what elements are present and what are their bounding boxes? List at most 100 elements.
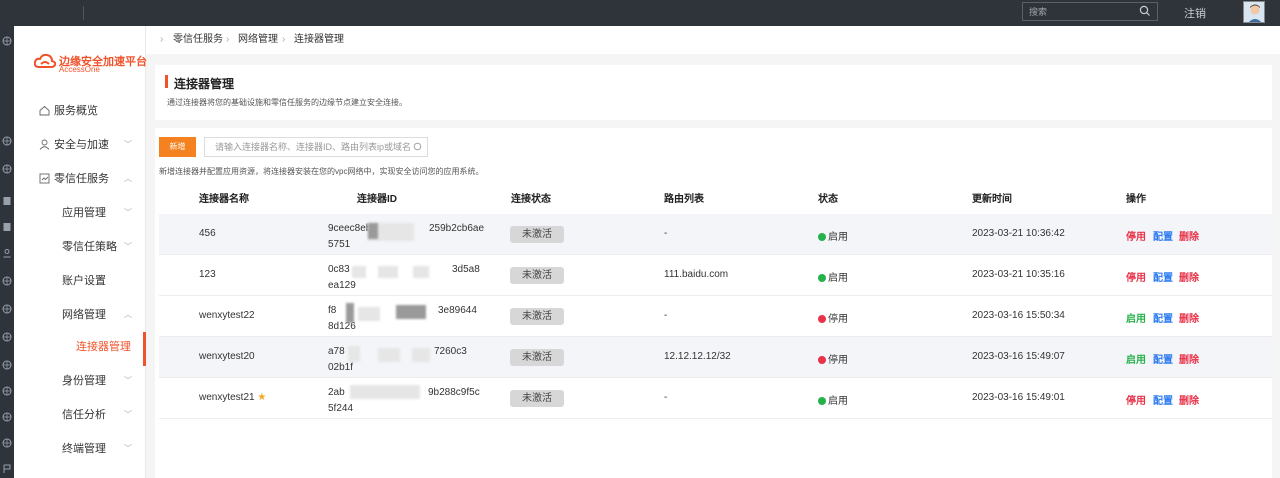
- configure-button[interactable]: 配置: [1153, 310, 1173, 325]
- connection-status-badge: 未激活: [510, 226, 564, 243]
- breadcrumb-separator: ›: [160, 34, 164, 45]
- sidebar-item-zero-trust[interactable]: 零信任服务 ︿: [14, 166, 146, 192]
- configure-button[interactable]: 配置: [1153, 269, 1173, 284]
- sidebar-subitem-connector-management[interactable]: 连接器管理: [14, 332, 146, 366]
- configure-button[interactable]: 配置: [1153, 392, 1173, 407]
- disable-button[interactable]: 停用: [1126, 269, 1146, 284]
- connector-name: wenxytest22: [199, 310, 255, 321]
- status-text: 启用: [828, 273, 848, 284]
- delete-button[interactable]: 删除: [1179, 269, 1199, 284]
- logout-link[interactable]: 注销: [1184, 5, 1206, 21]
- enable-button[interactable]: 启用: [1126, 310, 1146, 325]
- column-header-updated: 更新时间: [972, 194, 1012, 205]
- sidebar-subitem-network-management[interactable]: 网络管理 ︿: [14, 302, 146, 328]
- breadcrumb-item-network[interactable]: 网络管理: [238, 26, 278, 54]
- connector-name-cell: wenxytest21 ★: [199, 392, 266, 403]
- connector-id-line2: 02b1f: [328, 362, 354, 373]
- add-connector-button[interactable]: 新增: [159, 137, 196, 157]
- redaction-block: [352, 266, 366, 278]
- globe-icon[interactable]: [2, 276, 12, 286]
- star-icon[interactable]: ★: [257, 392, 266, 403]
- sidebar-subitem-app-management[interactable]: 应用管理 ﹀: [14, 200, 146, 226]
- delete-button[interactable]: 删除: [1179, 228, 1199, 243]
- topbar-divider: [83, 6, 84, 20]
- document-icon[interactable]: [2, 196, 12, 206]
- page-description: 通过连接器将您的基础设施和零信任服务的边缘节点建立安全连接。: [167, 98, 407, 107]
- enable-button[interactable]: 启用: [1126, 351, 1146, 366]
- globe-icon[interactable]: [2, 386, 12, 396]
- sidebar-subitem-account-settings[interactable]: 账户设置: [14, 268, 146, 294]
- zero-trust-icon: [39, 173, 50, 184]
- globe-icon[interactable]: [2, 360, 12, 370]
- updated-time: 2023-03-16 15:49:01: [972, 392, 1065, 403]
- delete-button[interactable]: 删除: [1179, 310, 1199, 325]
- sidebar: 边缘安全加速平台 AccessOne 服务概览 安全与加速 ﹀ 零信任服务 ︿ …: [14, 26, 147, 478]
- column-header-name: 连接器名称: [199, 194, 249, 205]
- connector-name: 123: [199, 269, 216, 280]
- redaction-block: [396, 305, 426, 319]
- chevron-down-icon: ﹀: [124, 242, 132, 251]
- breadcrumb-item-connector: 连接器管理: [294, 34, 344, 45]
- globe-icon[interactable]: [2, 304, 12, 314]
- globe-icon[interactable]: [2, 412, 12, 422]
- connector-id-line1-tail: 7260c3: [434, 346, 467, 357]
- breadcrumb-separator: ›: [226, 34, 230, 45]
- globe-icon[interactable]: [2, 36, 12, 46]
- connector-id-line1-tail: 9b288c9f5c: [428, 387, 480, 398]
- chevron-down-icon: ﹀: [124, 410, 132, 419]
- sidebar-subitem-endpoint-management[interactable]: 终端管理 ﹀: [14, 436, 146, 462]
- flag-icon[interactable]: [2, 464, 12, 474]
- table-row: wenxytest21 ★ 2ab 9b288c9f5c 5f244 未激活 - …: [159, 378, 1272, 419]
- search-icon[interactable]: [413, 142, 423, 152]
- table-row: 456 9ceec8eb 259b2cb6ae 5751 未激活 - 启用 202…: [159, 214, 1272, 255]
- redaction-block: [378, 348, 400, 362]
- status-text: 停用: [828, 314, 848, 325]
- connector-id: f8 3e89644 8d126: [328, 303, 478, 335]
- configure-button[interactable]: 配置: [1153, 228, 1173, 243]
- globe-icon[interactable]: [2, 164, 12, 174]
- help-tip: 新增连接器并配置应用资源，将连接器安装在您的vpc网络中，实现安全访问您的应用系…: [159, 167, 484, 176]
- configure-button[interactable]: 配置: [1153, 351, 1173, 366]
- connection-status-badge: 未激活: [510, 349, 564, 366]
- disable-button[interactable]: 停用: [1126, 228, 1146, 243]
- chevron-up-icon: ︿: [124, 310, 132, 319]
- sidebar-item-label: 安全与加速: [54, 139, 109, 151]
- status-cell: 启用: [818, 269, 848, 284]
- connector-search[interactable]: [204, 137, 428, 157]
- title-accent-bar: [165, 75, 168, 88]
- avatar[interactable]: [1243, 1, 1265, 23]
- redaction-block: [346, 303, 354, 323]
- global-search-input[interactable]: [1023, 3, 1133, 20]
- disable-button[interactable]: 停用: [1126, 392, 1146, 407]
- chevron-down-icon: ﹀: [124, 444, 132, 453]
- redaction-block: [358, 307, 380, 321]
- delete-button[interactable]: 删除: [1179, 351, 1199, 366]
- globe-icon[interactable]: [2, 332, 12, 342]
- avatar-icon: [1244, 2, 1264, 22]
- connector-id-line2: 5f244: [328, 403, 354, 414]
- sidebar-subitem-identity-management[interactable]: 身份管理 ﹀: [14, 368, 146, 394]
- document-icon[interactable]: [2, 222, 12, 232]
- status-enabled-icon: [818, 233, 826, 241]
- table-row: wenxytest20 a78 7260c3 02b1f 未激活 12.12.12…: [159, 337, 1272, 378]
- connector-id-line1: f8: [328, 305, 337, 316]
- globe-icon[interactable]: [2, 136, 12, 146]
- connector-search-input[interactable]: [215, 140, 410, 154]
- status-text: 启用: [828, 232, 848, 243]
- route-list: -: [664, 392, 668, 403]
- person-icon[interactable]: [2, 248, 12, 258]
- sidebar-item-security-acceleration[interactable]: 安全与加速 ﹀: [14, 132, 146, 158]
- sidebar-item-overview[interactable]: 服务概览: [14, 98, 146, 124]
- connection-status-badge: 未激活: [510, 390, 564, 407]
- connector-id-line1: 9ceec8eb: [328, 223, 372, 234]
- breadcrumb-item-zero-trust[interactable]: 零信任服务: [173, 26, 223, 54]
- globe-icon[interactable]: [2, 438, 12, 448]
- global-search[interactable]: [1022, 2, 1158, 21]
- sidebar-item-label: 信任分析: [62, 409, 106, 421]
- sidebar-subitem-trust-analysis[interactable]: 信任分析 ﹀: [14, 402, 146, 428]
- sidebar-subitem-zero-trust-policy[interactable]: 零信任策略 ﹀: [14, 234, 146, 260]
- connection-status-badge: 未激活: [510, 267, 564, 284]
- delete-button[interactable]: 删除: [1179, 392, 1199, 407]
- search-icon[interactable]: [1139, 5, 1151, 17]
- connector-name: wenxytest20: [199, 351, 255, 362]
